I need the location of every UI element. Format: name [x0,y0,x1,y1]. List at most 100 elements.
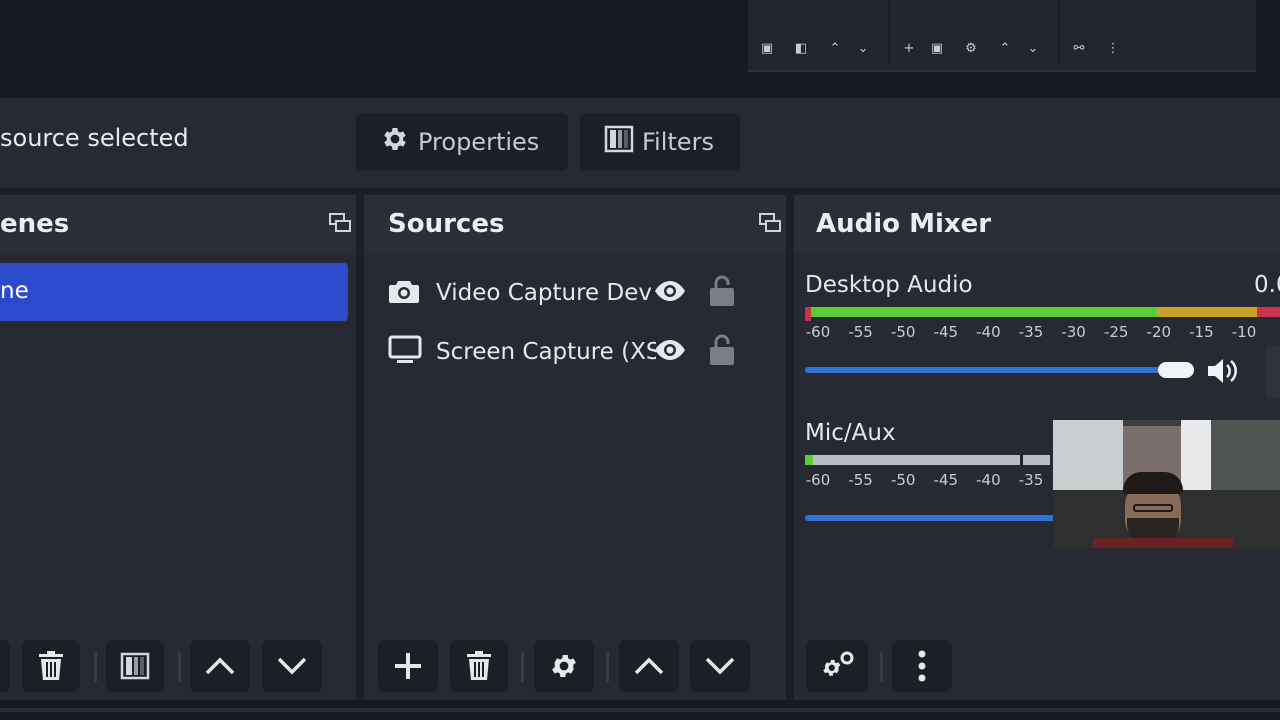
desktop-audio-meter-yellow [1157,307,1257,317]
meter-tick-label: -55 [848,323,873,341]
no-source-selected-label: source selected [0,124,189,152]
scenes-remove-button[interactable] [22,640,80,692]
menu-icon[interactable]: ⋮ [1104,40,1122,58]
plus-icon [395,653,421,679]
eye-icon[interactable] [654,280,708,306]
chevron-down-icon [277,657,307,675]
desktop-audio-volume-slider[interactable] [805,367,1165,373]
remove-icon[interactable]: ▣ [758,40,776,58]
meter-tick-label: -35 [1018,471,1044,489]
scenes-move-up-button[interactable] [190,640,250,692]
meter-tick-label: -60 [805,323,831,341]
chevron-down-icon [705,657,735,675]
scene-item-label: ne [0,278,29,304]
webcam-wall [1181,420,1211,490]
status-divider [0,708,1280,712]
properties-button[interactable]: Properties [356,113,568,171]
mic-aux-meter-bg [805,455,1050,465]
unlock-icon[interactable] [708,333,736,371]
chevron-up-icon [205,657,235,675]
desktop-audio-peak-marker [805,307,811,321]
mic-aux-peak-marker [1020,455,1023,467]
source-label: Screen Capture (XS [436,339,656,365]
sources-move-up-button[interactable] [619,640,679,692]
scenes-move-down-button[interactable] [262,640,322,692]
sources-add-button[interactable] [378,640,438,692]
desktop-audio-meter-green [805,307,1157,317]
toolbar-separator [880,652,883,682]
meter-tick-label: -15 [1189,323,1214,341]
mixer-menu-button[interactable] [892,640,952,692]
toolbar-separator [94,652,97,682]
gear-icon [380,124,410,160]
meter-tick-label: -25 [1103,323,1129,341]
trash-icon [39,651,63,680]
meter-tick-label: -40 [976,471,1001,489]
source-item[interactable]: Video Capture Dev [388,268,736,318]
meter-tick-label: -45 [933,323,959,341]
sources-move-down-button[interactable] [690,640,750,692]
meter-tick-label: -45 [933,471,959,489]
link-icon[interactable]: ⚯ [1070,40,1088,58]
meter-tick-label: -20 [1146,323,1172,341]
webcam-person-hair [1123,472,1183,494]
mixer-advanced-properties-button[interactable] [806,640,868,692]
undock-icon[interactable] [758,211,782,235]
meter-tick-label: -50 [890,323,916,341]
move-down-icon[interactable]: ⌄ [854,40,872,58]
source-item[interactable]: Screen Capture (XS [388,327,736,377]
source-label: Video Capture Dev [436,280,652,306]
properties-label: Properties [418,128,540,156]
meter-tick-label: -50 [890,471,916,489]
filter-icon[interactable]: ◧ [792,40,810,58]
camera-icon [388,277,436,309]
move-down-icon[interactable]: ⌄ [1024,40,1042,58]
filters-label: Filters [642,128,714,156]
scene-item-selected[interactable]: ne [0,263,348,321]
sources-remove-button[interactable] [450,640,508,692]
mic-aux-volume-slider[interactable] [805,515,1055,521]
sources-panel-header: Sources [364,195,786,253]
toolbar-separator [606,652,609,682]
webcam-person-glasses [1133,504,1173,512]
scenes-filters-button[interactable] [106,640,164,692]
desktop-audio-label: Desktop Audio [805,272,973,298]
add-icon[interactable]: + [900,40,918,58]
sources-properties-button[interactable] [534,640,594,692]
meter-tick-label: -55 [848,471,873,489]
move-up-icon[interactable]: ⌃ [826,40,844,58]
unlock-icon[interactable] [708,274,736,312]
eye-icon[interactable] [654,339,708,365]
scenes-panel: enes ne [0,195,356,700]
webcam-person-shirt [1093,538,1233,548]
filter-icon [120,652,150,680]
desktop-audio-slider-handle[interactable] [1158,362,1194,378]
move-up-icon[interactable]: ⌃ [996,40,1014,58]
meter-tick-label: -30 [1061,323,1086,341]
gears-icon [823,651,854,676]
meter-tick-label: -10 [1231,323,1257,341]
strip-separator [888,0,890,64]
scenes-panel-header: enes [0,195,356,253]
webcam-window [1053,420,1123,490]
chevron-up-icon [634,657,664,675]
audio-mixer-header: Audio Mixer [794,195,1280,253]
desktop-audio-config-button[interactable] [1266,346,1280,398]
scenes-add-button[interactable] [0,640,10,692]
trash-icon [467,651,491,680]
monitor-icon [388,335,436,369]
meter-tick-label: -40 [976,323,1001,341]
remove-icon[interactable]: ▣ [928,40,946,58]
filters-button[interactable]: Filters [580,113,740,171]
toolbar-separator [521,652,524,682]
undock-icon[interactable] [328,211,352,235]
meter-tick-label: -35 [1018,323,1044,341]
strip-separator [1058,0,1060,64]
mic-aux-label: Mic/Aux [805,420,896,446]
dock-toolbar-strip: ▣ ◧ ⌃ ⌄ + ▣ ⚙ ⌃ ⌄ ⚯ ⋮ [748,0,1256,72]
audio-mixer-title: Audio Mixer [816,209,992,239]
speaker-icon[interactable] [1206,356,1240,390]
mic-aux-meter-green [805,455,813,465]
gear-icon[interactable]: ⚙ [962,40,980,58]
toolbar-separator [178,652,181,682]
